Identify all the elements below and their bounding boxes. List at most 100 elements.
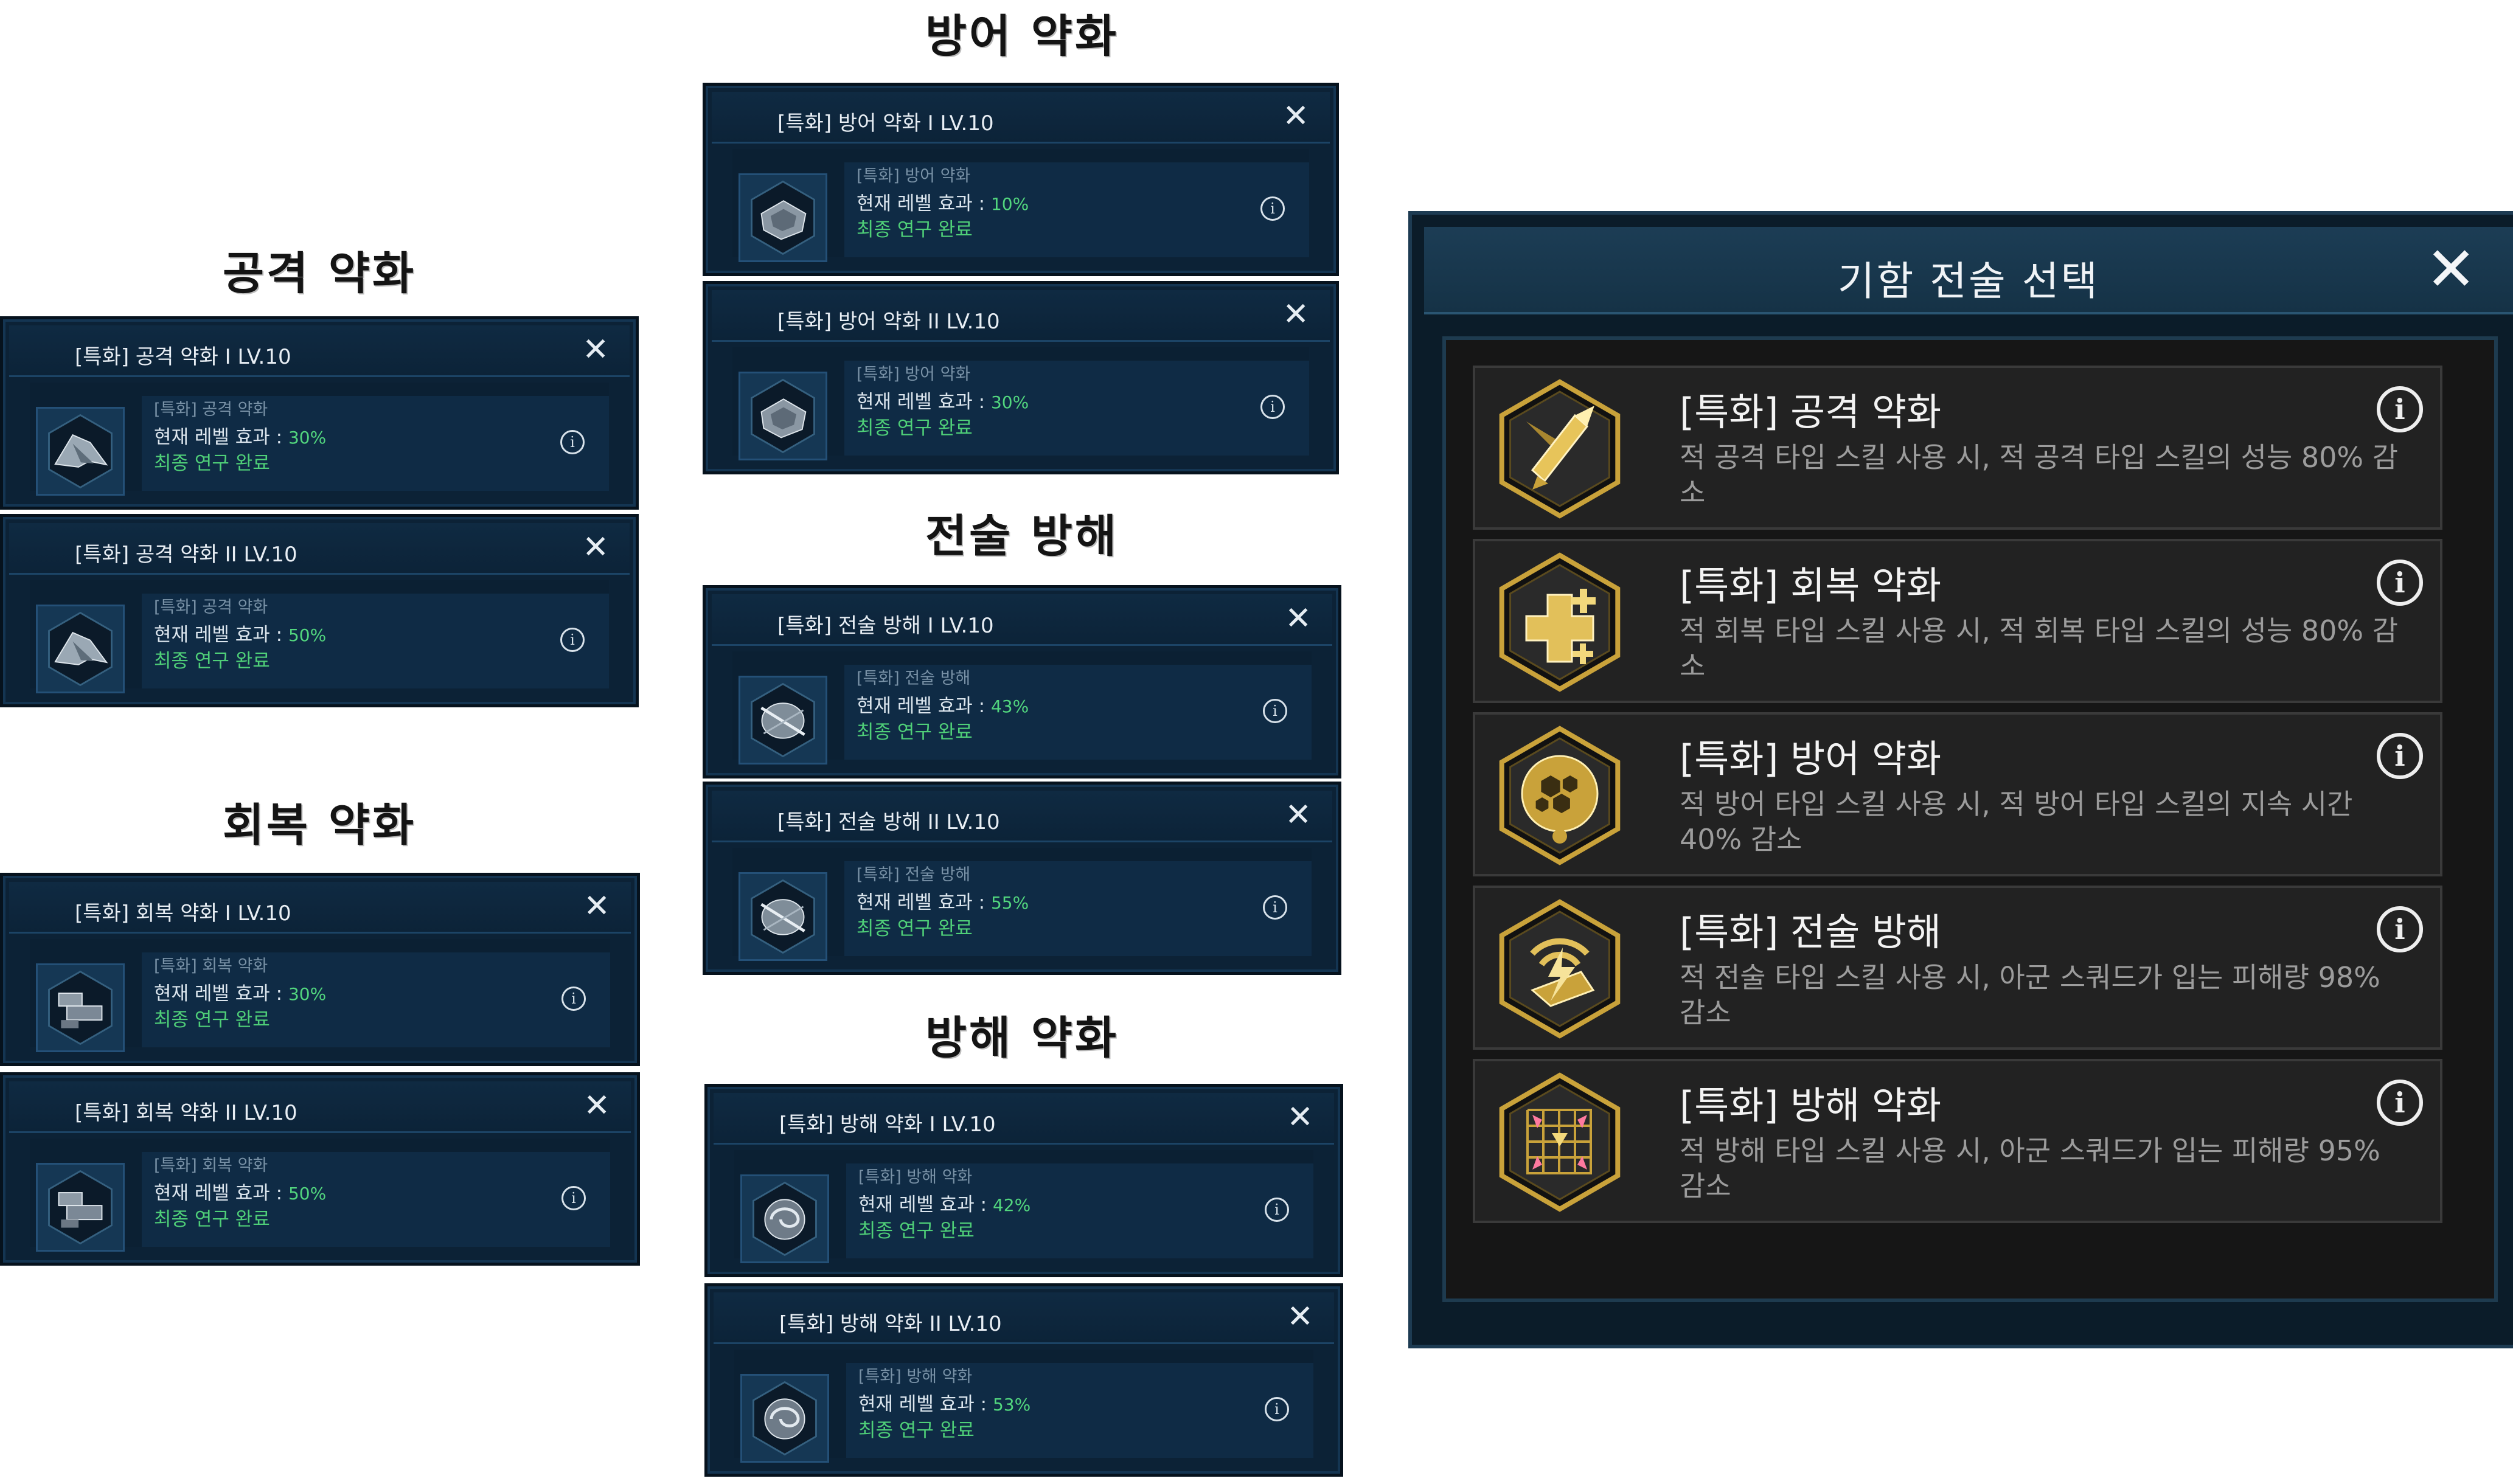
level-effect-label: 현재 레벨 효과 : <box>857 391 991 413</box>
card-body: [특화] 방해 약화 현재 레벨 효과 : 42% 최종 연구 완료 i <box>734 1150 1313 1263</box>
card-body: [특화] 공격 약화 현재 레벨 효과 : 30% 최종 연구 완료 i <box>30 383 609 496</box>
research-status: 최종 연구 완료 <box>154 1208 270 1230</box>
level-effect-label: 현재 레벨 효과 : <box>154 1182 288 1204</box>
research-status: 최종 연구 완료 <box>857 721 973 743</box>
level-effect-value: 10% <box>990 194 1029 214</box>
tactic-option[interactable]: [특화] 공격 약화 적 공격 타입 스킬 사용 시, 적 공격 타입 스킬의 성… <box>1473 366 2442 530</box>
level-effect-label: 현재 레벨 효과 : <box>857 892 991 914</box>
card-subtitle: [특화] 공격 약화 <box>154 598 268 617</box>
card-subtitle: [특화] 방어 약화 <box>857 167 971 186</box>
tactic-option[interactable]: [특화] 방해 약화 적 방해 타입 스킬 사용 시, 아군 스쿼드가 입는 피해… <box>1473 1059 2442 1223</box>
card-title: [특화] 전술 방해 I LV.10 <box>777 614 994 638</box>
research-status: 최종 연구 완료 <box>857 219 973 241</box>
info-icon[interactable]: i <box>560 628 585 652</box>
tactic-option[interactable]: [특화] 회복 약화 적 회복 타입 스킬 사용 시, 적 회복 타입 스킬의 성… <box>1473 539 2442 703</box>
card-body: [특화] 회복 약화현재 레벨 효과 : 50% 최종 연구 완료 i <box>30 1139 610 1252</box>
jammer-ship-icon <box>739 676 827 765</box>
research-card-tactic-1: [특화] 전술 방해 I LV.10 ✕ [특화] 전술 방해현재 레벨 효과 : … <box>703 585 1341 778</box>
heading-disrupt: 방해 약화 <box>925 1012 1119 1064</box>
info-icon[interactable]: i <box>560 430 585 454</box>
armor-ship-icon <box>739 173 827 262</box>
info-icon[interactable]: i <box>1260 395 1285 419</box>
close-icon[interactable]: ✕ <box>1287 1301 1313 1333</box>
close-icon[interactable]: ✕ <box>582 532 609 563</box>
card-info-panel: [특화] 전술 방해 현재 레벨 효과 : 55% 최종 연구 완료 i <box>844 861 1312 956</box>
card-subtitle: [특화] 전술 방해 <box>857 669 971 688</box>
info-icon[interactable]: i <box>561 1186 586 1210</box>
card-header: [특화] 회복 약화 II LV.10 ✕ <box>9 1081 631 1133</box>
close-icon[interactable]: ✕ <box>582 334 609 366</box>
card-info-panel: [특화] 방해 약화 현재 레벨 효과 : 53% 최종 연구 완료 i <box>846 1363 1313 1458</box>
card-title: [특화] 공격 약화 II LV.10 <box>75 543 297 567</box>
dialog-title: 기함 전술 선택 <box>1837 258 2100 305</box>
info-icon[interactable]: i <box>1263 895 1287 920</box>
close-icon[interactable]: ✕ <box>1285 603 1312 634</box>
info-icon[interactable]: i <box>1263 699 1287 723</box>
shield-sphere-icon <box>1490 726 1630 865</box>
research-card-attack-2: [특화] 공격 약화 II LV.10 ✕ [특화] 공격 약화현재 레벨 효과 :… <box>0 514 639 707</box>
card-title: [특화] 회복 약화 I LV.10 <box>75 901 291 926</box>
level-effect: 현재 레벨 효과 : 30% <box>154 978 326 1005</box>
card-header: [특화] 회복 약화 I LV.10 ✕ <box>9 882 631 934</box>
info-icon[interactable]: i <box>2377 906 2423 952</box>
level-effect-value: 50% <box>288 625 327 645</box>
research-status: 최종 연구 완료 <box>154 452 270 474</box>
info-icon[interactable]: i <box>2377 560 2423 606</box>
research-status: 최종 연구 완료 <box>857 417 973 439</box>
close-icon[interactable]: ✕ <box>583 890 610 922</box>
research-status: 최종 연구 완료 <box>154 650 270 672</box>
jammer-ship-icon <box>739 872 827 961</box>
info-icon[interactable]: i <box>2377 733 2423 779</box>
heading-attack: 공격 약화 <box>222 248 417 300</box>
level-effect-label: 현재 레벨 효과 : <box>154 426 288 448</box>
info-icon[interactable]: i <box>2377 386 2423 432</box>
close-icon[interactable]: ✕ <box>2425 239 2477 300</box>
card-body: [특화] 방어 약화 현재 레벨 효과 : 10% 최종 연구 완료 i <box>732 149 1309 262</box>
heading-recovery: 회복 약화 <box>222 799 417 851</box>
grid-target-icon <box>1490 1072 1630 1212</box>
level-effect-value: 55% <box>990 893 1029 913</box>
card-title: [특화] 방어 약화 I LV.10 <box>777 111 994 136</box>
research-card-defense-1: [특화] 방어 약화 I LV.10 ✕ [특화] 방어 약화 현재 레벨 효과 : … <box>703 83 1339 276</box>
close-icon[interactable]: ✕ <box>1282 100 1309 132</box>
heal-cross-icon <box>1490 552 1630 692</box>
close-icon[interactable]: ✕ <box>1282 299 1309 330</box>
research-card-attack-1: [특화] 공격 약화 I LV.10 ✕ [특화] 공격 약화 현재 레벨 효과 : … <box>0 316 639 510</box>
card-header: [특화] 방해 약화 II LV.10 ✕ <box>714 1292 1334 1344</box>
research-card-defense-2: [특화] 방어 약화 II LV.10 ✕ [특화] 방어 약화 현재 레벨 효과 :… <box>703 281 1339 474</box>
signal-jam-icon <box>1490 899 1630 1039</box>
tactic-name: [특화] 방어 약화 <box>1680 737 1942 781</box>
level-effect-value: 50% <box>288 1184 327 1204</box>
card-info-panel: [특화] 공격 약화현재 레벨 효과 : 50% 최종 연구 완료 i <box>142 594 609 688</box>
level-effect-value: 53% <box>992 1395 1031 1415</box>
card-info-panel: [특화] 방해 약화 현재 레벨 효과 : 42% 최종 연구 완료 i <box>846 1163 1313 1258</box>
level-effect-value: 30% <box>288 984 327 1004</box>
vortex-icon <box>740 1174 829 1263</box>
level-effect: 현재 레벨 효과 : 50% <box>154 1177 326 1205</box>
info-icon[interactable]: i <box>2377 1080 2423 1126</box>
research-status: 최종 연구 완료 <box>858 1220 975 1242</box>
tactic-option[interactable]: [특화] 방어 약화 적 방어 타입 스킬 사용 시, 적 방어 타입 스킬의 지… <box>1473 712 2442 876</box>
card-info-panel: [특화] 방어 약화 현재 레벨 효과 : 10% 최종 연구 완료 i <box>844 162 1309 257</box>
level-effect-label: 현재 레벨 효과 : <box>154 983 288 1005</box>
card-header: [특화] 공격 약화 II LV.10 ✕ <box>9 523 630 575</box>
fighter-ship-icon <box>36 605 125 693</box>
level-effect-label: 현재 레벨 효과 : <box>154 624 288 646</box>
close-icon[interactable]: ✕ <box>1285 799 1312 831</box>
info-icon[interactable]: i <box>561 986 586 1011</box>
card-title: [특화] 전술 방해 II LV.10 <box>777 810 1000 834</box>
info-icon[interactable]: i <box>1265 1397 1289 1421</box>
card-header: [특화] 전술 방해 I LV.10 ✕ <box>712 594 1332 646</box>
card-subtitle: [특화] 전술 방해 <box>857 865 971 884</box>
repair-ship-icon <box>36 1163 125 1252</box>
close-icon[interactable]: ✕ <box>1287 1101 1313 1133</box>
info-icon[interactable]: i <box>1265 1198 1289 1222</box>
level-effect: 현재 레벨 효과 : 43% <box>857 690 1029 718</box>
card-body: [특화] 공격 약화현재 레벨 효과 : 50% 최종 연구 완료 i <box>30 580 609 693</box>
research-card-recovery-2: [특화] 회복 약화 II LV.10 ✕ [특화] 회복 약화현재 레벨 효과 :… <box>0 1072 640 1266</box>
info-icon[interactable]: i <box>1260 196 1285 221</box>
level-effect-label: 현재 레벨 효과 : <box>858 1393 993 1415</box>
tactic-option[interactable]: [특화] 전술 방해 적 전술 타입 스킬 사용 시, 아군 스쿼드가 입는 피해… <box>1473 886 2442 1050</box>
close-icon[interactable]: ✕ <box>583 1090 610 1122</box>
card-subtitle: [특화] 회복 약화 <box>154 1156 268 1175</box>
